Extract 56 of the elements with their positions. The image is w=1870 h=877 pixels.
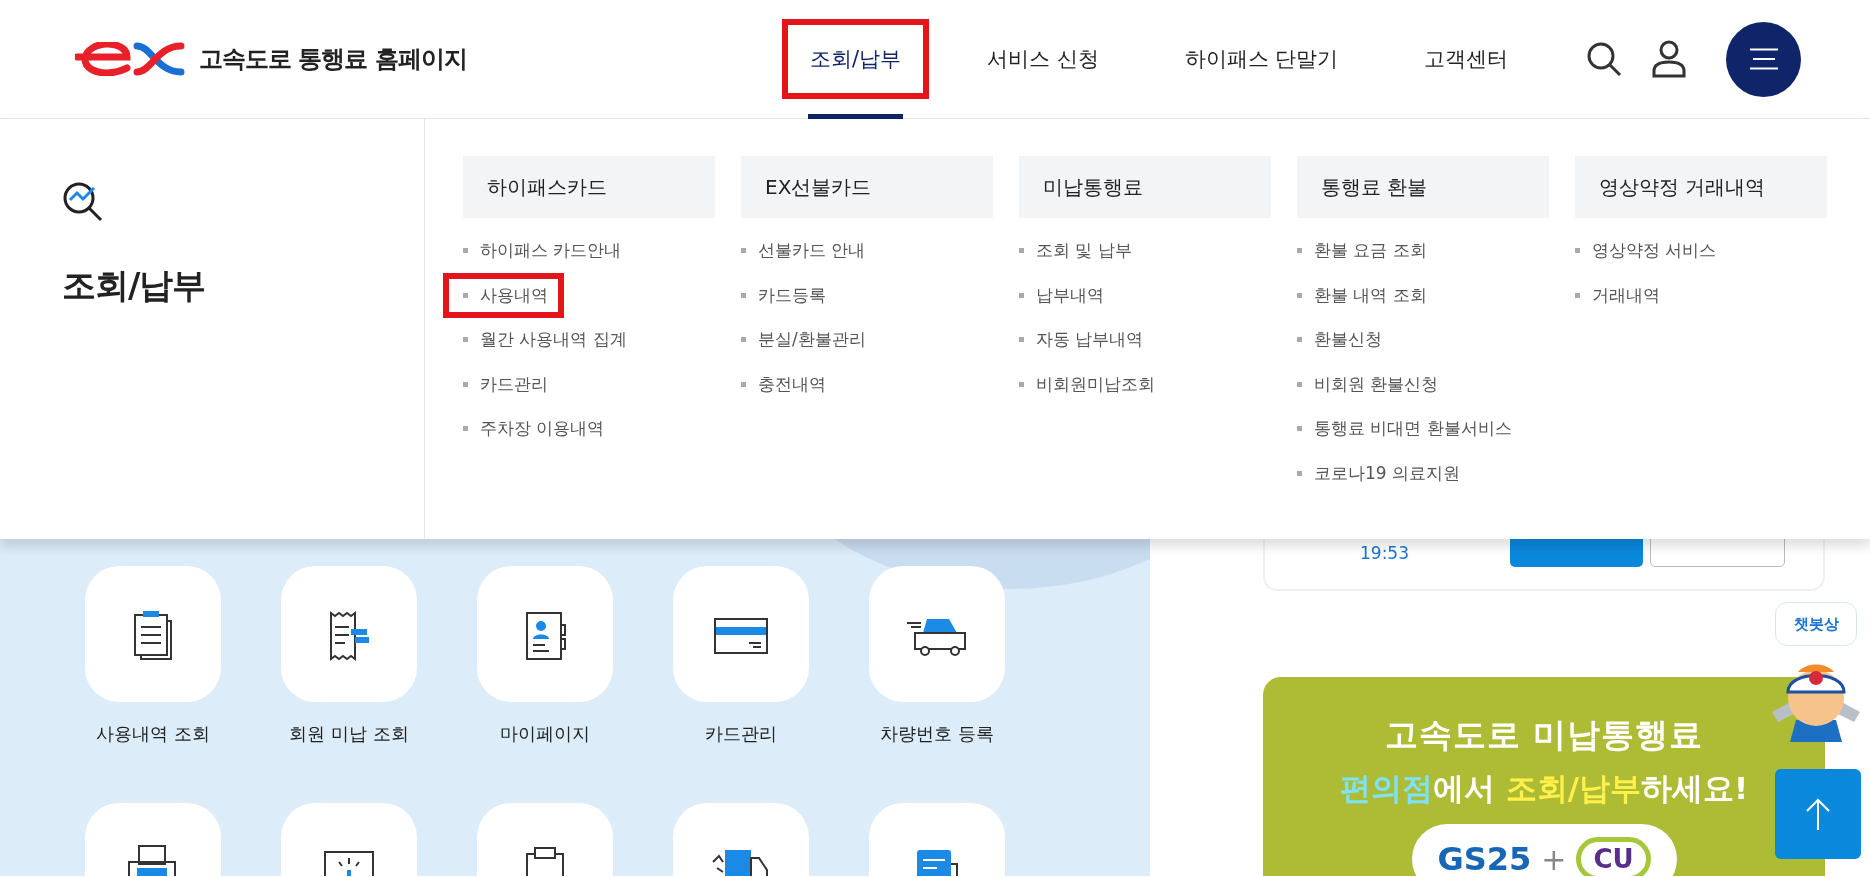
menu-link[interactable]: 납부내역 [999, 272, 1120, 318]
menu-link[interactable]: 자동 납부내역 [999, 317, 1160, 362]
menu-link[interactable]: 환불 내역 조회 [1277, 272, 1443, 318]
user-icon[interactable] [1652, 40, 1687, 78]
shortcut-label[interactable]: 마이페이지 [500, 722, 590, 746]
logo-icon[interactable] [75, 42, 187, 76]
shortcut-tile[interactable] [85, 566, 221, 702]
arrow-up-icon [1805, 798, 1831, 830]
category-heading[interactable]: 영상약정 거래내역 [1575, 156, 1827, 218]
menu-link[interactable]: 통행료 비대면 환불서비스 [1277, 406, 1528, 451]
category-heading[interactable]: 통행료 환불 [1297, 156, 1549, 218]
category-heading[interactable]: 미납통행료 [1019, 156, 1271, 218]
shortcut-label[interactable]: 사용내역 조회 [96, 722, 210, 746]
menu-link[interactable]: 비회원미납조회 [999, 361, 1171, 407]
search-chart-icon [62, 181, 104, 223]
menu-link[interactable]: 선불카드 안내 [721, 228, 882, 273]
menu-link[interactable]: 거래내역 [1555, 272, 1676, 318]
menu-icon [1749, 48, 1778, 70]
menu-link[interactable]: 환불신청 [1277, 317, 1398, 362]
nav-link[interactable]: 조회/납부 [782, 19, 930, 99]
time-text: 19:53 [1360, 543, 1410, 563]
banner-subline: 편의점에서 조회/납부하세요! [1339, 769, 1749, 808]
menu-link[interactable]: 영상약정 서비스 [1555, 228, 1733, 273]
search-icon[interactable] [1586, 41, 1623, 77]
menu-link[interactable]: 충전내역 [721, 361, 842, 407]
menu-title: 조회/납부 [62, 264, 207, 307]
category-heading[interactable]: 하이패스카드 [463, 156, 715, 218]
menu-link[interactable]: 주차장 이용내역 [443, 406, 621, 451]
plus-sign: + [1541, 841, 1567, 876]
menu-link[interactable]: 환불 요금 조회 [1277, 228, 1443, 273]
menu-link[interactable]: 비회원 환불신청 [1277, 361, 1455, 407]
chatbot-bubble[interactable]: 챗봇상 [1775, 602, 1857, 646]
banner-headline: 고속도로 미납통행료 [1384, 714, 1704, 756]
nav-link[interactable]: 하이패스 단말기 [1156, 19, 1367, 99]
menu-link[interactable]: 하이패스 카드안내 [443, 228, 638, 273]
shortcut-label[interactable]: 카드관리 [705, 722, 777, 746]
menu-link[interactable]: 분실/환불관리 [721, 317, 882, 362]
menu-link[interactable]: 사용내역 [443, 272, 564, 318]
shortcut-tile[interactable] [673, 566, 809, 702]
shortcut-tile[interactable] [477, 566, 613, 702]
promo-banner[interactable]: 고속도로 미납통행료 편의점에서 조회/납부하세요! GS25 + CU [1263, 677, 1825, 876]
menu-link[interactable]: 월간 사용내역 집계 [443, 317, 643, 362]
menu-link[interactable]: 코로나19 의료지원 [1277, 450, 1477, 496]
shortcut-label[interactable]: 회원 미납 조회 [289, 722, 409, 746]
shortcut-tile[interactable] [281, 566, 417, 702]
menu-link[interactable]: 카드등록 [721, 272, 842, 318]
nav-link[interactable]: 고객센터 [1396, 19, 1537, 99]
menu-link[interactable]: 카드관리 [443, 361, 564, 407]
shortcut-label[interactable]: 차량번호 등록 [880, 722, 994, 746]
brand-logo: CU [1576, 837, 1651, 876]
brand-logo: GS25 [1437, 840, 1532, 876]
shortcut-tile[interactable] [869, 566, 1005, 702]
site-title: 고속도로 통행료 홈페이지 [199, 44, 467, 75]
category-heading[interactable]: EX선불카드 [741, 156, 993, 218]
nav-link[interactable]: 서비스 신청 [959, 19, 1127, 99]
menu-link[interactable]: 조회 및 납부 [999, 228, 1148, 273]
